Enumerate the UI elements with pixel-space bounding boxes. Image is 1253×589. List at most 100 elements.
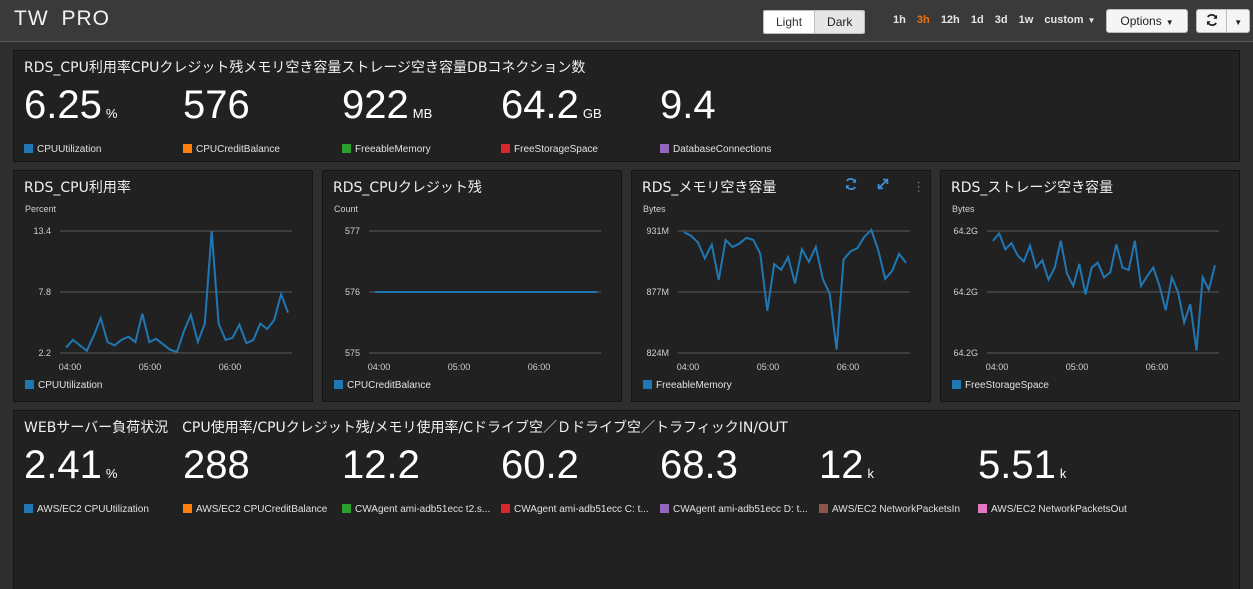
value-number: 12.2 [342,443,420,487]
value-unit: % [105,466,118,481]
value-number: 68.3 [660,443,738,487]
legend-item[interactable]: FreeStorageSpace [952,380,1049,391]
x-tick-label: 05:00 [448,362,471,372]
chevron-down-icon: ▼ [1087,16,1096,25]
legend-swatch [183,504,192,513]
legend-item[interactable]: FreeableMemory [643,380,732,391]
metric-value: 60.2 [501,443,583,488]
y-tick-label: 577 [345,226,360,236]
refresh-icon [1206,14,1217,26]
y-tick-label: 2.2 [38,348,51,358]
legend-swatch [501,144,510,153]
metric-value: 9.4 [660,83,720,128]
legend-swatch [660,144,669,153]
x-tick-label: 04:00 [368,362,391,372]
metric-value: 2.41% [24,443,117,488]
legend-item[interactable]: CWAgent ami-adb51ecc t2.s... [342,504,490,515]
series-line [683,228,907,350]
theme-toggle[interactable]: Light Dark [763,10,866,34]
legend-label: DatabaseConnections [673,144,772,155]
line-chart[interactable]: 13.4 7.8 2.2 04:00 05:00 06:00 [14,171,312,401]
time-range-selector: 1h 3h 12h 1d 3d 1w custom ▼ [893,14,1111,26]
legend-item[interactable]: CPUUtilization [24,144,101,155]
chart-panel-cpu: RDS_CPU利用率 Percent 13.4 7.8 2.2 04:00 05:00 0… [13,170,313,402]
range-custom[interactable]: custom ▼ [1044,14,1103,26]
legend-label: CPUUtilization [37,144,102,155]
legend-swatch [24,144,33,153]
metric-value: 288 [183,443,254,488]
legend-label: FreeableMemory [656,380,732,391]
line-chart[interactable]: 931M 877M 824M 04:00 05:00 06:00 [632,171,930,401]
metric-value: 922 MB [342,83,432,128]
legend-label: AWS/EC2 NetworkPacketsOut [991,504,1127,515]
legend-item[interactable]: AWS/EC2 NetworkPacketsIn [819,504,960,515]
options-button[interactable]: Options ▼ [1106,9,1188,33]
value-number: 9.4 [660,83,716,127]
y-tick-label: 877M [646,287,669,297]
legend-item[interactable]: CWAgent ami-adb51ecc C: t... [501,504,649,515]
value-unit: GB [582,106,602,121]
y-tick-label: 7.8 [38,287,51,297]
chevron-down-icon: ▼ [1234,18,1243,27]
legend-item[interactable]: FreeStorageSpace [501,144,598,155]
metric-value: 12 k [819,443,874,488]
theme-dark-button[interactable]: Dark [815,11,865,33]
panel-title: RDS_CPU利用率CPUクレジット残メモリ空き容量ストレージ空き容量DBコネク… [24,60,586,76]
legend-swatch [501,504,510,513]
range-3d[interactable]: 3d [995,14,1008,26]
legend-label: FreeStorageSpace [514,144,598,155]
y-tick-label: 64.2G [953,226,978,236]
legend-item[interactable]: AWS/EC2 NetworkPacketsOut [978,504,1127,515]
legend-item[interactable]: DatabaseConnections [660,144,771,155]
legend-label: FreeableMemory [355,144,431,155]
metric-value: 68.3 [660,443,742,488]
legend-label: CWAgent ami-adb51ecc C: t... [514,504,649,515]
value-number: 576 [183,83,250,127]
legend-swatch [183,144,192,153]
value-unit: k [1059,466,1067,481]
legend-item[interactable]: CWAgent ami-adb51ecc D: t... [660,504,808,515]
header-bar: TW PRO Light Dark 1h 3h 12h 1d 3d 1w cus… [0,0,1253,42]
metric-value: 64.2 GB [501,83,602,128]
legend-label: CPUCreditBalance [196,144,280,155]
line-chart[interactable]: 577 576 575 04:00 05:00 06:00 [323,171,621,401]
refresh-button[interactable] [1197,10,1228,32]
range-12h[interactable]: 12h [941,14,960,26]
legend-label: CPUUtilization [38,380,103,391]
x-tick-label: 06:00 [1146,362,1169,372]
legend-swatch [643,380,652,389]
app-title: TW PRO [14,7,110,30]
legend-item[interactable]: CPUCreditBalance [183,144,280,155]
legend-label: FreeStorageSpace [965,380,1049,391]
range-3h[interactable]: 3h [917,14,930,26]
y-tick-label: 824M [646,348,669,358]
legend-swatch [342,144,351,153]
value-number: 12 [819,443,864,487]
value-number: 288 [183,443,250,487]
theme-light-button[interactable]: Light [764,11,816,33]
chart-panel-storage: RDS_ストレージ空き容量 Bytes 64.2G 64.2G 64.2G 04:00… [940,170,1240,402]
range-1w[interactable]: 1w [1019,14,1034,26]
legend-item[interactable]: AWS/EC2 CPUUtilization [24,504,149,515]
range-custom-label: custom [1044,14,1084,26]
refresh-button-group: ▼ [1196,9,1250,33]
legend-item[interactable]: FreeableMemory [342,144,431,155]
refresh-interval-dropdown[interactable]: ▼ [1227,10,1249,32]
metric-value: 12.2 [342,443,424,488]
range-1d[interactable]: 1d [971,14,984,26]
y-tick-label: 13.4 [33,226,51,236]
line-chart[interactable]: 64.2G 64.2G 64.2G 04:00 05:00 06:00 [941,171,1239,401]
range-1h[interactable]: 1h [893,14,906,26]
legend-swatch [978,504,987,513]
legend-swatch [952,380,961,389]
legend-item[interactable]: CPUCreditBalance [334,380,431,391]
legend-swatch [819,504,828,513]
value-number: 64.2 [501,83,579,127]
value-unit: k [867,466,875,481]
value-unit: MB [412,106,433,121]
legend-item[interactable]: CPUUtilization [25,380,102,391]
x-tick-label: 05:00 [139,362,162,372]
legend-item[interactable]: AWS/EC2 CPUCreditBalance [183,504,327,515]
y-tick-label: 575 [345,348,360,358]
metric-value: 5.51 k [978,443,1066,488]
